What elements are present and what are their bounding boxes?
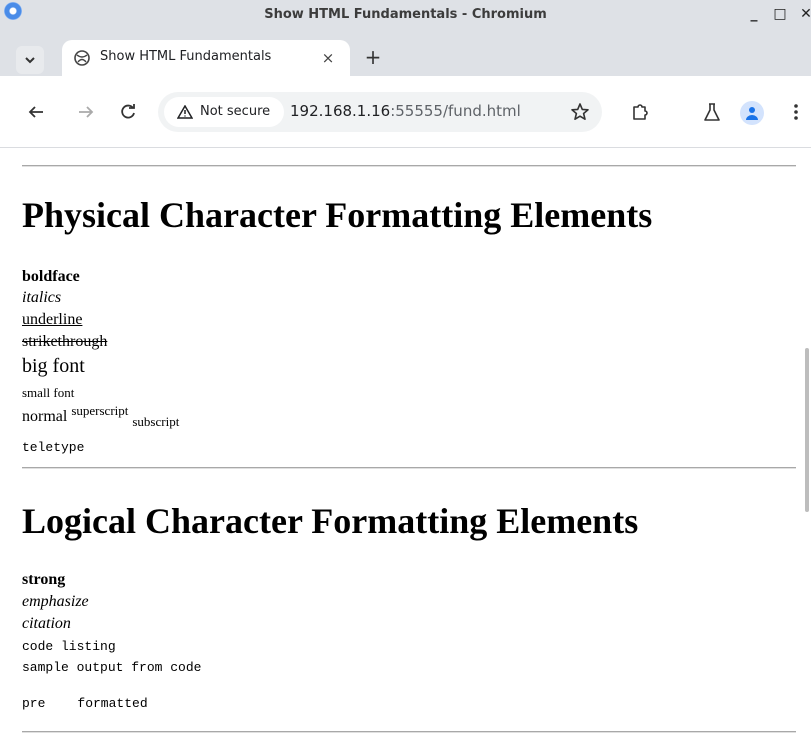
kebab-menu-icon	[794, 104, 798, 120]
puzzle-icon	[633, 104, 648, 120]
strong-text: strong	[22, 571, 66, 588]
tab-strip: Show HTML Fundamentals × +	[0, 36, 811, 76]
underline-text: underline	[22, 311, 83, 328]
star-icon	[571, 103, 589, 120]
arrow-left-icon	[28, 106, 43, 118]
logical-heading: Logical Character Formatting Elements	[22, 501, 639, 541]
code-listing-text: code listing	[22, 639, 116, 654]
minimize-button[interactable]: _	[744, 4, 764, 24]
new-tab-button[interactable]: +	[360, 44, 386, 70]
subscript-text: subscript	[132, 414, 180, 429]
address-bar[interactable]: Not secure 192.168.1.16:55555/fund.html	[158, 92, 602, 132]
emphasize-text: emphasize	[22, 593, 89, 610]
chevron-down-icon	[25, 57, 35, 64]
url-text[interactable]: 192.168.1.16:55555/fund.html	[290, 102, 521, 120]
italics-text: italics	[22, 289, 62, 306]
url-path: :55555/fund.html	[390, 102, 521, 120]
window-titlebar: Show HTML Fundamentals - Chromium _ □ ✕	[0, 0, 811, 36]
preformatted-text: pre formatted	[22, 696, 148, 711]
superscript-text: superscript	[71, 403, 129, 418]
url-host: 192.168.1.16	[290, 102, 391, 120]
reload-icon	[121, 104, 135, 119]
physical-heading: Physical Character Formatting Elements	[22, 195, 653, 235]
page-viewport	[0, 148, 811, 749]
pre-word: pre	[22, 696, 46, 711]
big-font-text: big font	[22, 355, 85, 377]
extensions-button[interactable]	[628, 100, 652, 124]
horizontal-rule	[22, 165, 796, 166]
browser-menu-button[interactable]	[788, 100, 804, 124]
window-title: Show HTML Fundamentals - Chromium	[264, 7, 547, 22]
tab-show-html-fundamentals[interactable]: Show HTML Fundamentals ×	[62, 40, 350, 76]
reload-button[interactable]	[116, 100, 140, 124]
tab-search-button[interactable]	[16, 46, 44, 74]
profile-button[interactable]	[740, 101, 764, 125]
flask-icon	[704, 103, 720, 121]
strikethrough-text: strikethrough	[22, 333, 108, 350]
sup-sub-line: normal superscript subscript	[22, 403, 180, 429]
browser-toolbar: Not secure 192.168.1.16:55555/fund.html	[0, 76, 811, 148]
arrow-right-icon	[79, 106, 94, 118]
chrome-labs-button[interactable]	[700, 100, 724, 124]
close-window-button[interactable]: ✕	[796, 4, 811, 24]
globe-icon	[74, 50, 90, 66]
small-font-text: small font	[22, 385, 75, 400]
tab-title: Show HTML Fundamentals	[100, 49, 272, 64]
citation-text: citation	[22, 615, 71, 632]
warning-triangle-icon	[177, 105, 193, 119]
back-button[interactable]	[24, 100, 48, 124]
horizontal-rule	[22, 467, 796, 468]
maximize-button[interactable]: □	[770, 4, 790, 24]
teletype-text: teletype	[22, 440, 85, 455]
scrollbar-thumb[interactable]	[805, 348, 809, 512]
formatted-word: formatted	[77, 696, 148, 711]
person-icon	[746, 107, 758, 120]
normal-text: normal	[22, 408, 68, 425]
security-label: Not secure	[200, 104, 271, 119]
horizontal-rule	[22, 731, 796, 732]
security-chip[interactable]: Not secure	[164, 97, 284, 127]
close-tab-button[interactable]: ×	[318, 48, 338, 68]
bookmark-button[interactable]	[568, 100, 592, 124]
boldface-text: boldface	[22, 268, 80, 285]
forward-button[interactable]	[74, 100, 98, 124]
sample-output-text: sample output from code	[22, 660, 202, 675]
